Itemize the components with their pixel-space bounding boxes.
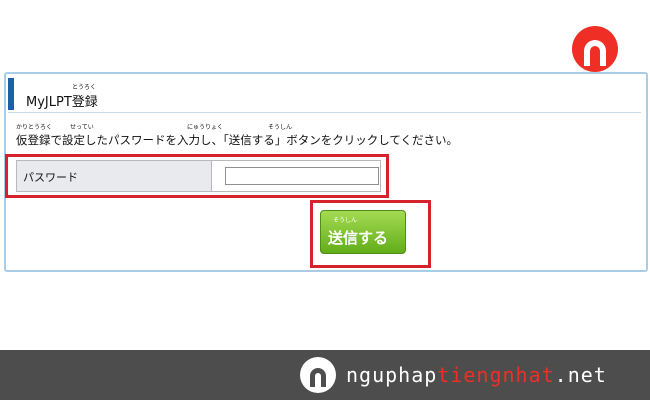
submit-ruby: そうしん — [333, 217, 358, 224]
site-name-part2: tiengnhat — [437, 363, 555, 387]
instruction-text: 仮登録で設定したパスワードを入力し、「送信する」ボタンをクリックしてください。 — [16, 133, 459, 147]
password-input[interactable] — [225, 167, 379, 185]
password-label: パスワード — [23, 171, 78, 184]
page-title: MyJLPT登録 — [26, 95, 98, 110]
logo-arch-shape — [584, 40, 606, 66]
site-name-part1: nguphap — [346, 363, 438, 387]
header-accent-bar — [8, 78, 14, 110]
password-label-cell: パスワード — [17, 161, 212, 191]
ruby-karitouroku: かりとうろく — [16, 124, 53, 131]
footer-logo-icon — [300, 357, 336, 393]
footer-logo-arch — [310, 368, 326, 387]
submit-button-label: 送信する — [328, 229, 389, 247]
ruby-settei: せってい — [70, 124, 94, 131]
brand-logo-icon — [572, 26, 618, 72]
title-ruby: とうろく — [72, 84, 97, 91]
site-name-part3: .net — [554, 363, 607, 387]
password-row: パスワード — [16, 160, 381, 192]
footer-watermark-bar: nguphaptiengnhat.net — [0, 350, 650, 400]
ruby-nyuuryoku: にゅうりょく — [187, 124, 224, 131]
site-name: nguphaptiengnhat.net — [346, 363, 607, 387]
submit-button[interactable]: そうしん 送信する — [320, 210, 406, 254]
ruby-soushin: そうしん — [268, 124, 293, 131]
panel-header: とうろく MyJLPT登録 — [8, 76, 641, 113]
